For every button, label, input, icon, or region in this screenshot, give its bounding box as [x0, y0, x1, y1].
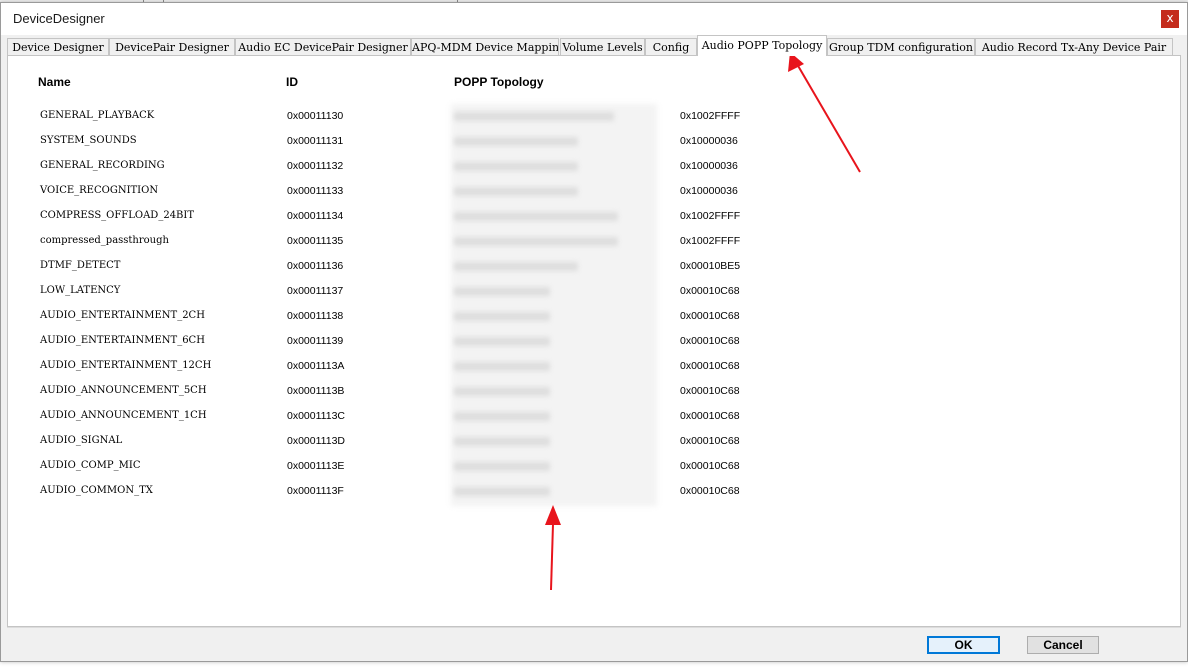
annotation-arrow-tab-shaft — [796, 63, 861, 173]
annotation-arrow-column-shaft — [550, 523, 554, 591]
annotation-arrow-column-head — [545, 505, 561, 525]
annotation-overlay — [545, 52, 861, 591]
tab-audio-popp-topology[interactable]: Audio POPP Topology — [697, 35, 827, 56]
